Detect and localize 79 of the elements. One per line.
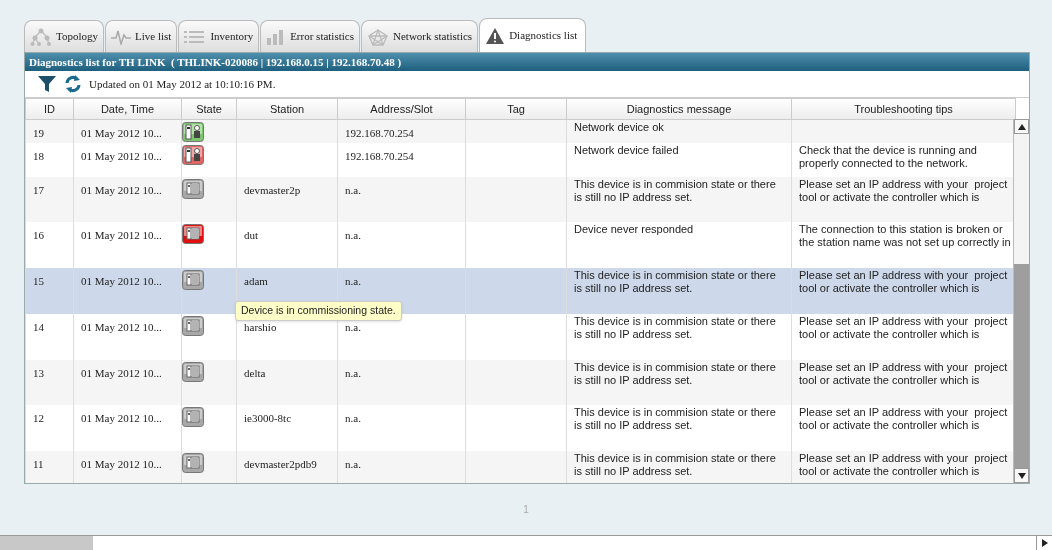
topology-icon bbox=[30, 27, 52, 46]
id-cell: 16 bbox=[33, 228, 44, 241]
id-cell: 19 bbox=[33, 127, 44, 139]
date-cell: 01 May 2012 10... bbox=[81, 228, 162, 241]
vertical-scrollbar[interactable] bbox=[1013, 119, 1029, 483]
tips-cell-text: Please set an IP address with your project tool or activate the controller which is bbox=[799, 360, 1009, 386]
station-cell: devmaster2p bbox=[244, 183, 301, 196]
address-cell: n.a. bbox=[345, 366, 361, 379]
station-cell: dut bbox=[244, 228, 259, 241]
network-icon bbox=[367, 27, 389, 46]
message-cell-text: This device is in commision state or there is still no IP address set. bbox=[574, 314, 777, 340]
id-cell: 13 bbox=[33, 366, 44, 379]
date-cell: 01 May 2012 10... bbox=[81, 127, 162, 139]
down-arrow-icon bbox=[1017, 472, 1026, 479]
pulse-icon bbox=[111, 28, 131, 45]
station-cell: delta bbox=[244, 366, 266, 379]
station-cell: devmaster2pdb9 bbox=[244, 457, 317, 470]
tips-cell-text: Please set an IP address with your project tool or activate the controller which is bbox=[799, 177, 1009, 203]
id-cell: 17 bbox=[33, 183, 44, 196]
column-header[interactable]: Tag bbox=[507, 102, 525, 115]
message-cell-text: This device is in commision state or there is still no IP address set. bbox=[574, 405, 777, 431]
warning-icon bbox=[485, 26, 506, 45]
message-cell: Network device failed bbox=[574, 143, 679, 156]
tips-cell-text: Please set an IP address with your project tool or activate the controller which is bbox=[799, 405, 1009, 431]
tips-cell-text: Please set an IP address with your project tool or activate the controller which is bbox=[799, 268, 1009, 294]
date-cell: 01 May 2012 10... bbox=[81, 183, 162, 196]
id-cell: 14 bbox=[33, 320, 44, 333]
device-commissioning-icon bbox=[182, 269, 204, 290]
date-cell: 01 May 2012 10... bbox=[81, 274, 162, 287]
address-cell: n.a. bbox=[345, 183, 361, 196]
message-cell: Network device ok bbox=[574, 121, 664, 133]
tips-cell-text: Check that the device is running and properly connected to the network. bbox=[799, 143, 978, 169]
date-cell: 01 May 2012 10... bbox=[81, 411, 162, 424]
refresh-icon[interactable] bbox=[63, 74, 83, 94]
scroll-down-button[interactable] bbox=[1014, 468, 1029, 483]
tooltip: Device is in commissioning state. bbox=[235, 301, 402, 321]
horizontal-scroll-thumb[interactable] bbox=[0, 536, 93, 550]
station-cell: ie3000-8tc bbox=[244, 411, 292, 424]
date-cell: 01 May 2012 10... bbox=[81, 366, 162, 379]
tab[interactable]: Inventory bbox=[178, 20, 260, 52]
id-cell: 18 bbox=[33, 149, 44, 162]
id-cell: 15 bbox=[33, 274, 44, 287]
date-cell: 01 May 2012 10... bbox=[81, 149, 162, 162]
message-cell-text: This device is in commision state or there is still no IP address set. bbox=[574, 451, 777, 477]
tab[interactable]: Topology bbox=[24, 20, 104, 52]
id-cell: 12 bbox=[33, 411, 44, 424]
address-cell: n.a. bbox=[345, 228, 361, 241]
address-cell: n.a. bbox=[345, 457, 361, 470]
updated-text: Updated on 01 May 2012 at 10:10:16 PM. bbox=[89, 76, 276, 92]
message-cell-text: This device is in commision state or there is still no IP address set. bbox=[574, 268, 777, 294]
address-cell: n.a. bbox=[345, 411, 361, 424]
address-cell: n.a. bbox=[345, 320, 361, 333]
tab[interactable]: Live list bbox=[105, 20, 178, 52]
tips-cell-text: Please set an IP address with your project tool or activate the controller which is bbox=[799, 314, 1009, 340]
message-cell-text: This device is in commision state or there is still no IP address set. bbox=[574, 177, 777, 203]
date-cell: 01 May 2012 10... bbox=[81, 457, 162, 470]
tab[interactable]: Diagnostics list bbox=[479, 18, 587, 52]
message-cell-text: This device is in commision state or there is still no IP address set. bbox=[574, 360, 777, 386]
panel-title: Diagnostics list for TH LINK ( THLINK-020086 | 192.168.0.15 | 192.168.70.48 ) bbox=[29, 54, 402, 70]
id-cell: 11 bbox=[33, 457, 44, 470]
right-arrow-icon bbox=[1041, 539, 1048, 547]
station-cell: harshio bbox=[244, 320, 277, 333]
tab[interactable]: Error statistics bbox=[260, 20, 360, 52]
address-cell: 192.168.70.254 bbox=[345, 127, 414, 139]
column-header[interactable]: ID bbox=[44, 102, 55, 115]
tips-cell: The connection to this station is broken or the station name was not set up correctly in bbox=[799, 222, 1011, 248]
scroll-thumb[interactable] bbox=[1014, 264, 1029, 468]
tab[interactable]: Network statistics bbox=[361, 20, 479, 52]
horizontal-scrollbar[interactable] bbox=[0, 535, 1052, 550]
scroll-up-button[interactable] bbox=[1014, 119, 1029, 134]
address-cell: n.a. bbox=[345, 274, 361, 287]
address-cell: 192.168.70.254 bbox=[345, 149, 414, 162]
inventory-icon bbox=[184, 28, 207, 45]
date-cell: 01 May 2012 10... bbox=[81, 320, 162, 333]
up-arrow-icon bbox=[1017, 123, 1026, 130]
station-cell: adam bbox=[244, 274, 268, 287]
tips-cell-text: Please set an IP address with your project tool or activate the controller which is bbox=[799, 451, 1009, 477]
filter-icon[interactable] bbox=[37, 75, 57, 93]
message-cell: Device never responded bbox=[574, 222, 694, 235]
